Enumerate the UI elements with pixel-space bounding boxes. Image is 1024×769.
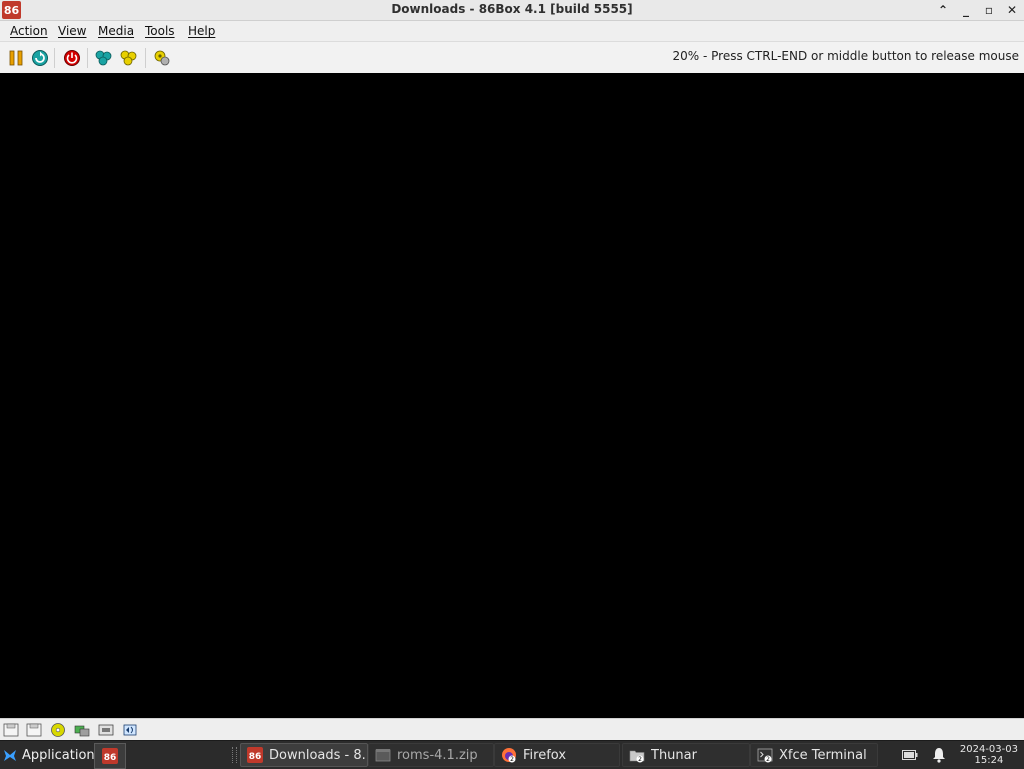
shade-button[interactable]: ⌃: [935, 2, 951, 18]
minimize-button[interactable]: _: [958, 2, 974, 18]
menu-action[interactable]: Action: [10, 24, 48, 38]
archive-icon: [375, 749, 391, 762]
menu-tools[interactable]: Tools: [145, 24, 175, 38]
xfce-mouse-icon: [4, 750, 16, 761]
menu-bar: Action View Media Tools Help: [0, 21, 1024, 41]
svg-text:86: 86: [249, 752, 262, 762]
system-tray: 2024-03-03 15:24: [901, 744, 1018, 766]
menu-help[interactable]: Help: [188, 24, 215, 38]
notification-bell-icon[interactable]: [932, 747, 946, 763]
hard-disk-icon[interactable]: [74, 723, 90, 737]
clock-date: 2024-03-03: [959, 744, 1018, 755]
taskbar-window-label: Downloads - 8...: [269, 747, 367, 763]
settings-icon[interactable]: [153, 49, 171, 67]
clock[interactable]: 2024-03-03 15:24: [960, 744, 1018, 766]
86box-icon: 86: [247, 747, 263, 763]
applications-menu-button[interactable]: Applications: [2, 744, 101, 766]
ctrl-alt-del-icon[interactable]: [95, 49, 113, 67]
power-icon[interactable]: [63, 49, 81, 67]
title-bar[interactable]: 86 Downloads - 86Box 4.1 [build 5555] ⌃ …: [0, 0, 1024, 21]
86box-icon: 86: [102, 748, 118, 764]
status-bar: [0, 718, 1024, 741]
maximize-button[interactable]: ▫: [981, 2, 997, 18]
network-icon[interactable]: [98, 723, 114, 737]
pause-icon[interactable]: [7, 49, 25, 67]
close-icon: ✕: [1006, 3, 1018, 17]
taskbar-window-terminal[interactable]: 2 Xfce Terminal: [750, 743, 878, 767]
taskbar-window-label: Firefox: [523, 747, 567, 763]
taskbar-window-label: roms-4.1.zip: [397, 747, 478, 763]
folder-icon: 2: [629, 750, 645, 763]
svg-text:2: 2: [638, 756, 642, 763]
floppy-icon[interactable]: [3, 723, 19, 737]
emulator-screen[interactable]: [0, 73, 1024, 718]
svg-text:2: 2: [510, 756, 514, 763]
menu-view[interactable]: View: [58, 24, 86, 38]
terminal-icon: 2: [757, 748, 773, 763]
86box-launcher[interactable]: 86: [94, 743, 126, 769]
chevron-up-icon: ⌃: [937, 3, 949, 17]
toolbar: 20% - Press CTRL-END or middle button to…: [0, 41, 1024, 74]
minimize-icon: _: [963, 3, 969, 17]
close-button[interactable]: ✕: [1004, 2, 1020, 18]
taskbar-window-thunar[interactable]: 2 Thunar: [622, 743, 750, 767]
taskbar: Applications 86 86 Downloads - 8... roms…: [0, 740, 1024, 769]
clock-time: 15:24: [974, 755, 1004, 766]
window-title: Downloads - 86Box 4.1 [build 5555]: [391, 2, 633, 16]
battery-icon[interactable]: [901, 749, 918, 761]
svg-text:86: 86: [104, 753, 117, 763]
applications-label: Applications: [22, 747, 102, 763]
mouse-capture-status: 20% - Press CTRL-END or middle button to…: [672, 49, 1019, 63]
taskbar-separator: [232, 747, 237, 763]
taskbar-window-firefox[interactable]: 2 Firefox: [494, 743, 620, 767]
sound-icon[interactable]: [122, 723, 138, 737]
floppy-icon[interactable]: [26, 723, 42, 737]
ctrl-alt-esc-icon[interactable]: [120, 49, 138, 67]
reset-icon[interactable]: [31, 49, 49, 67]
firefox-icon: 2: [502, 748, 516, 763]
menu-media[interactable]: Media: [98, 24, 134, 38]
taskbar-window-label: Xfce Terminal: [779, 747, 867, 763]
cdrom-icon[interactable]: [50, 723, 66, 737]
svg-text:2: 2: [766, 756, 770, 763]
taskbar-window-86box[interactable]: 86 Downloads - 8...: [240, 743, 368, 767]
taskbar-window-archive[interactable]: roms-4.1.zip: [368, 743, 494, 767]
maximize-icon: ▫: [984, 3, 994, 17]
taskbar-window-label: Thunar: [651, 747, 697, 763]
